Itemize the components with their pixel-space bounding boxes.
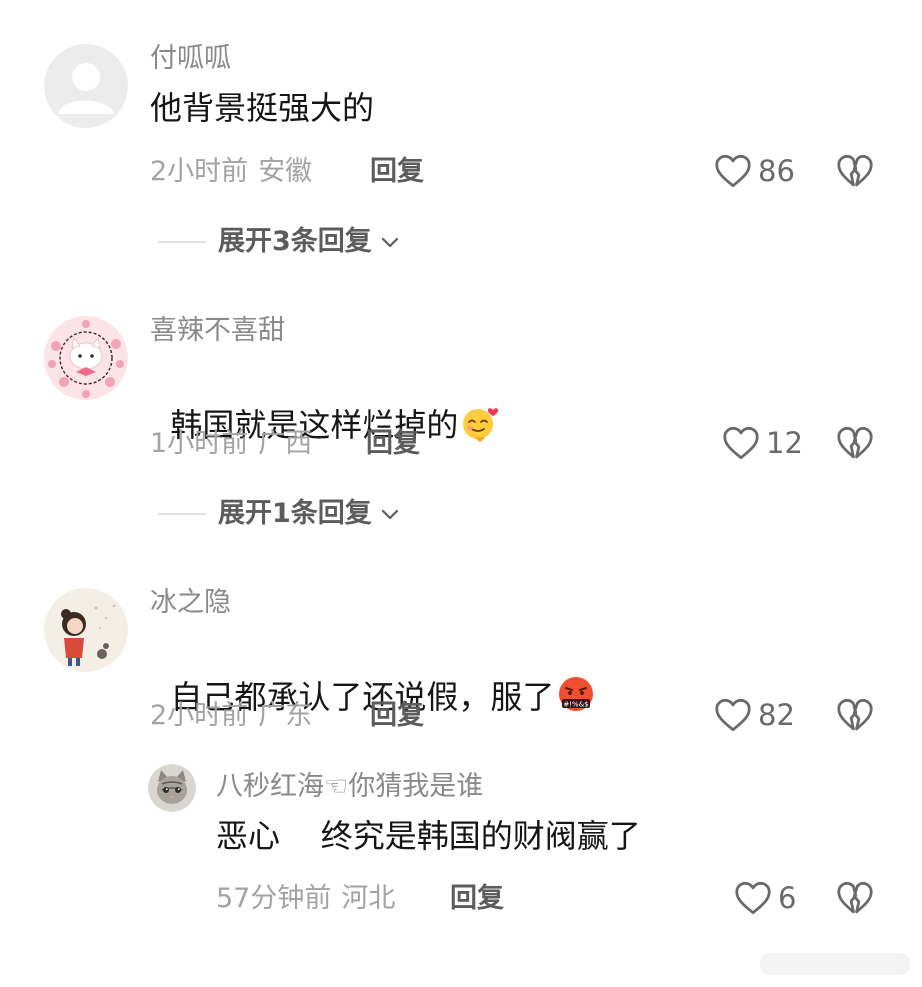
reply-button[interactable]: 回复 (366, 427, 420, 461)
comment-username[interactable]: 付呱呱 (150, 42, 231, 76)
like-button[interactable]: 82 (714, 698, 795, 732)
reply-button[interactable]: 回复 (370, 699, 424, 733)
comment-content: 他背景挺强大的 (150, 89, 375, 127)
reply-username[interactable]: 八秒红海☜你猜我是谁 (216, 770, 483, 804)
broken-heart-icon (837, 154, 873, 187)
expand-replies-button[interactable]: 展开1条回复 (158, 497, 400, 531)
broken-heart-icon (837, 698, 873, 731)
svg-text:#!%&$: #!%&$ (564, 701, 589, 709)
dislike-button[interactable] (836, 426, 874, 464)
broken-heart-icon (837, 881, 873, 914)
avatar-kitten-photo[interactable] (148, 764, 196, 812)
comment-location: 广东 (258, 700, 313, 731)
reply-meta: 57分钟前 河北 (216, 882, 395, 916)
avatar-cat-illustration[interactable] (44, 316, 128, 400)
dislike-button[interactable] (836, 154, 874, 192)
expand-replies-button[interactable]: 展开3条回复 (158, 225, 400, 259)
comment-meta: 1小时前 广西 (150, 427, 312, 461)
divider-line (158, 513, 206, 515)
dislike-button[interactable] (836, 881, 874, 919)
watermark-logo (760, 953, 910, 975)
like-button[interactable]: 12 (722, 426, 803, 460)
comment-username[interactable]: 冰之隐 (150, 586, 231, 620)
expand-replies-label: 展开1条回复 (218, 498, 372, 529)
comment-meta: 2小时前 安徽 (150, 155, 312, 189)
comment-meta: 2小时前 广东 (150, 699, 312, 733)
reply-button[interactable]: 回复 (370, 155, 424, 189)
reply-location: 河北 (341, 883, 396, 914)
comment-time: 2小时前 (150, 156, 249, 187)
kitten-avatar-icon (148, 764, 196, 812)
default-avatar-icon (44, 44, 128, 128)
like-count: 82 (758, 698, 795, 732)
comment-location: 广西 (258, 428, 313, 459)
like-count: 12 (766, 426, 803, 460)
reply-content: 恶心 终究是韩国的财阀赢了 (216, 817, 641, 855)
divider-line (158, 241, 206, 243)
avatar-default[interactable] (44, 44, 128, 128)
avatar-girl-illustration[interactable] (44, 588, 128, 672)
cat-avatar-icon (44, 316, 128, 400)
heart-icon (723, 426, 759, 460)
heart-icon (735, 881, 771, 915)
comment-location: 安徽 (258, 156, 313, 187)
chevron-down-icon (381, 509, 398, 520)
expand-replies-label: 展开3条回复 (218, 226, 372, 257)
reply-time: 57分钟前 (216, 883, 332, 914)
smiling-face-with-hearts-emoji (463, 408, 499, 442)
heart-icon (715, 698, 751, 732)
dislike-button[interactable] (836, 698, 874, 736)
reply-button[interactable]: 回复 (450, 882, 504, 916)
face-with-symbols-on-mouth-emoji: #!%&$ (559, 677, 594, 711)
comment-username[interactable]: 喜辣不喜甜 (150, 314, 285, 348)
girl-avatar-icon (44, 588, 128, 672)
like-count: 86 (758, 154, 795, 188)
like-count: 6 (778, 881, 797, 915)
chevron-down-icon (381, 237, 398, 248)
heart-icon (715, 154, 751, 188)
like-button[interactable]: 6 (734, 881, 796, 915)
comment-time: 1小时前 (150, 428, 249, 459)
broken-heart-icon (837, 426, 873, 459)
comment-time: 2小时前 (150, 700, 249, 731)
like-button[interactable]: 86 (714, 154, 795, 188)
